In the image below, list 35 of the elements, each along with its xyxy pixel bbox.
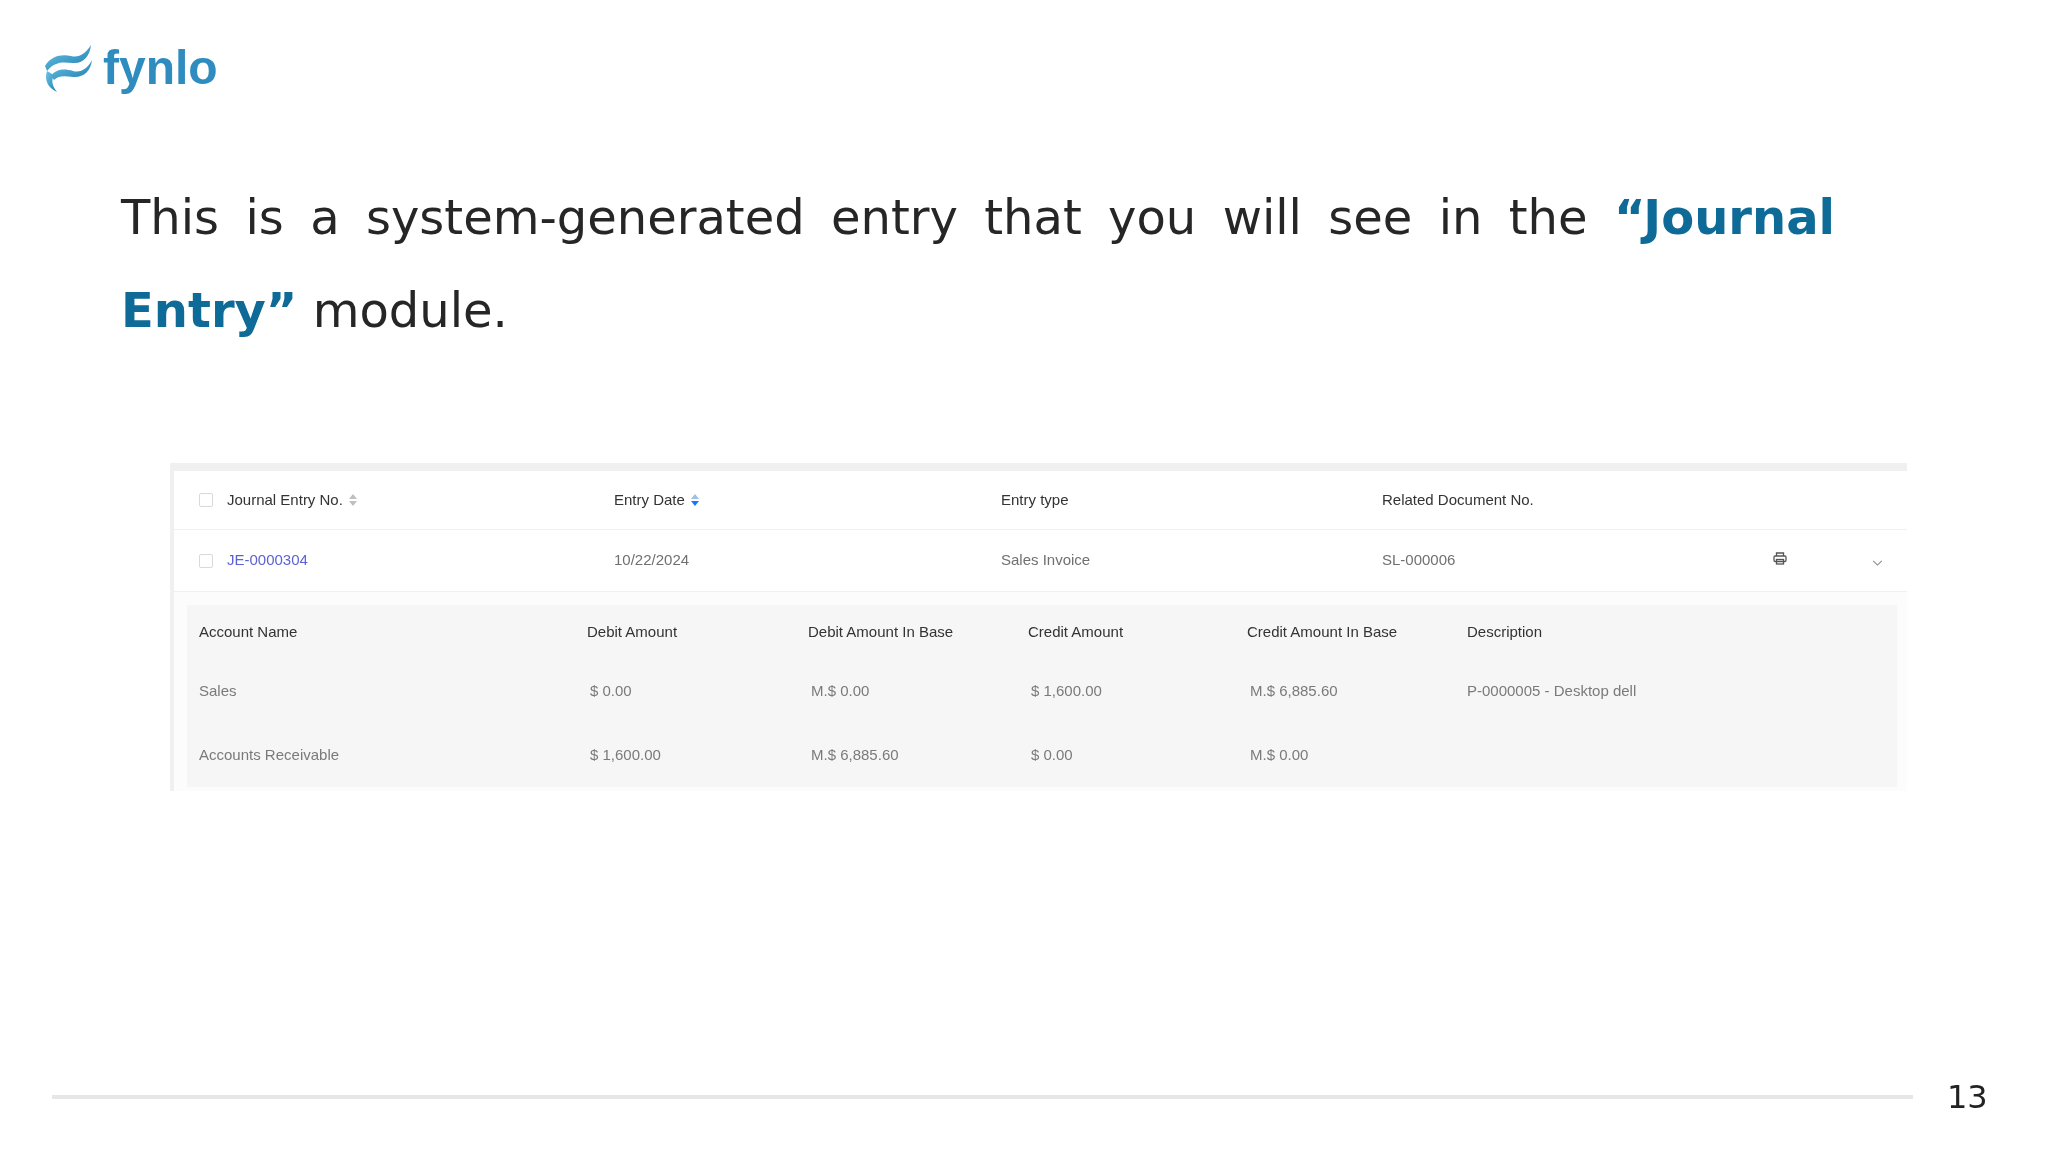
table-cell-text: $ 0.00 xyxy=(1031,744,1073,765)
column-header: Entry type xyxy=(1001,489,1069,510)
table-cell-text: Sales Invoice xyxy=(1001,550,1091,571)
table-cell-text: $ 1,600.00 xyxy=(590,744,661,765)
logo-text: fynlo xyxy=(103,42,218,94)
sort-icon[interactable] xyxy=(690,494,699,506)
table-cell-text: M.$ 6,885.60 xyxy=(1250,680,1338,701)
column-header: Credit Amount In Base xyxy=(1247,621,1398,642)
wave-logo-icon xyxy=(43,44,93,92)
intro-text: This is a system-generated entry that you will see in the “Journal Entry” module. xyxy=(121,188,1835,340)
chevron-down-icon[interactable] xyxy=(1872,559,1883,566)
column-header: Debit Amount In Base xyxy=(808,621,954,642)
column-header: Journal Entry No. xyxy=(227,489,343,510)
column-header: Description xyxy=(1467,621,1543,642)
column-header: Debit Amount xyxy=(587,621,678,642)
column-header: Entry Date xyxy=(614,489,685,510)
table-cell-text: $ 1,600.00 xyxy=(1031,680,1102,701)
column-header: Account Name xyxy=(199,621,298,642)
table-cell-text: M.$ 0.00 xyxy=(1250,744,1309,765)
entry-link[interactable]: JE-0000304 xyxy=(227,549,308,572)
checkbox[interactable] xyxy=(199,493,213,507)
table-cell-text: 10/22/2024 xyxy=(614,550,690,571)
checkbox[interactable] xyxy=(199,553,213,568)
sort-icon[interactable] xyxy=(348,494,357,506)
page-number: 13 xyxy=(1947,1077,1988,1117)
table-cell-text: Sales xyxy=(199,680,237,701)
table-cell-text: M.$ 0.00 xyxy=(811,680,870,701)
table-cell-text: Accounts Receivable xyxy=(199,744,340,765)
printer-icon[interactable] xyxy=(1773,552,1787,565)
column-header: Related Document No. xyxy=(1382,489,1534,510)
table-cell-text: P-0000005 - Desktop dell xyxy=(1467,680,1637,701)
table-cell-text: M.$ 6,885.60 xyxy=(811,744,899,765)
table-cell-text: $ 0.00 xyxy=(590,680,632,701)
table-cell-text: SL-000006 xyxy=(1382,550,1456,571)
column-header: Credit Amount xyxy=(1028,621,1124,642)
